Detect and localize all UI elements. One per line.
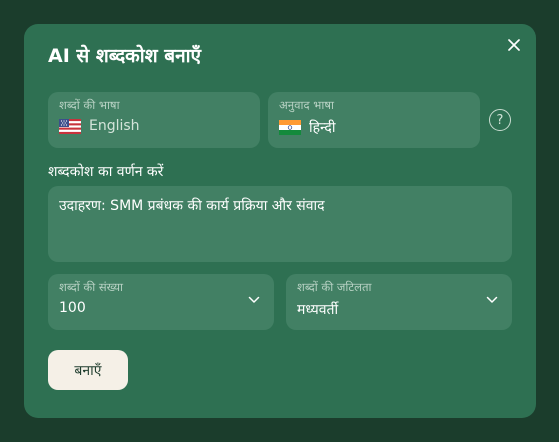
create-button-label: बनाएँ <box>74 362 102 379</box>
question-mark-icon: ? <box>496 112 504 128</box>
translation-language-select[interactable]: अनुवाद भाषा हिन्दी <box>268 92 480 148</box>
close-icon <box>508 39 520 51</box>
dialog-title: AI से शब्दकोश बनाएँ <box>48 45 202 67</box>
help-button[interactable]: ? <box>489 109 511 131</box>
chevron-down-icon <box>486 296 498 303</box>
description-placeholder: उदाहरण: SMM प्रबंधक की कार्य प्रक्रिया औ… <box>59 198 325 214</box>
word-complexity-value: मध्यवर्ती <box>297 302 339 318</box>
translation-language-value: हिन्दी <box>309 120 336 136</box>
source-language-label: शब्दों की भाषा <box>59 98 120 112</box>
create-button[interactable]: बनाएँ <box>48 350 128 390</box>
source-language-select[interactable]: शब्दों की भाषा English <box>48 92 260 148</box>
description-textarea[interactable]: उदाहरण: SMM प्रबंधक की कार्य प्रक्रिया औ… <box>48 186 512 262</box>
word-complexity-select[interactable]: शब्दों की जटिलता मध्यवर्ती <box>286 274 512 330</box>
india-flag-icon <box>279 120 301 135</box>
word-count-label: शब्दों की संख्या <box>59 280 124 294</box>
translation-language-label: अनुवाद भाषा <box>279 98 334 112</box>
description-label: शब्दकोश का वर्णन करें <box>48 164 164 180</box>
word-count-value: 100 <box>59 300 86 316</box>
chevron-down-icon <box>248 296 260 303</box>
word-count-select[interactable]: शब्दों की संख्या 100 <box>48 274 274 330</box>
create-dictionary-dialog: AI से शब्दकोश बनाएँ शब्दों की भाषा Engli… <box>24 24 536 418</box>
word-complexity-label: शब्दों की जटिलता <box>297 280 372 294</box>
close-button[interactable] <box>504 35 524 55</box>
source-language-value: English <box>89 118 140 134</box>
us-flag-icon <box>59 118 81 134</box>
